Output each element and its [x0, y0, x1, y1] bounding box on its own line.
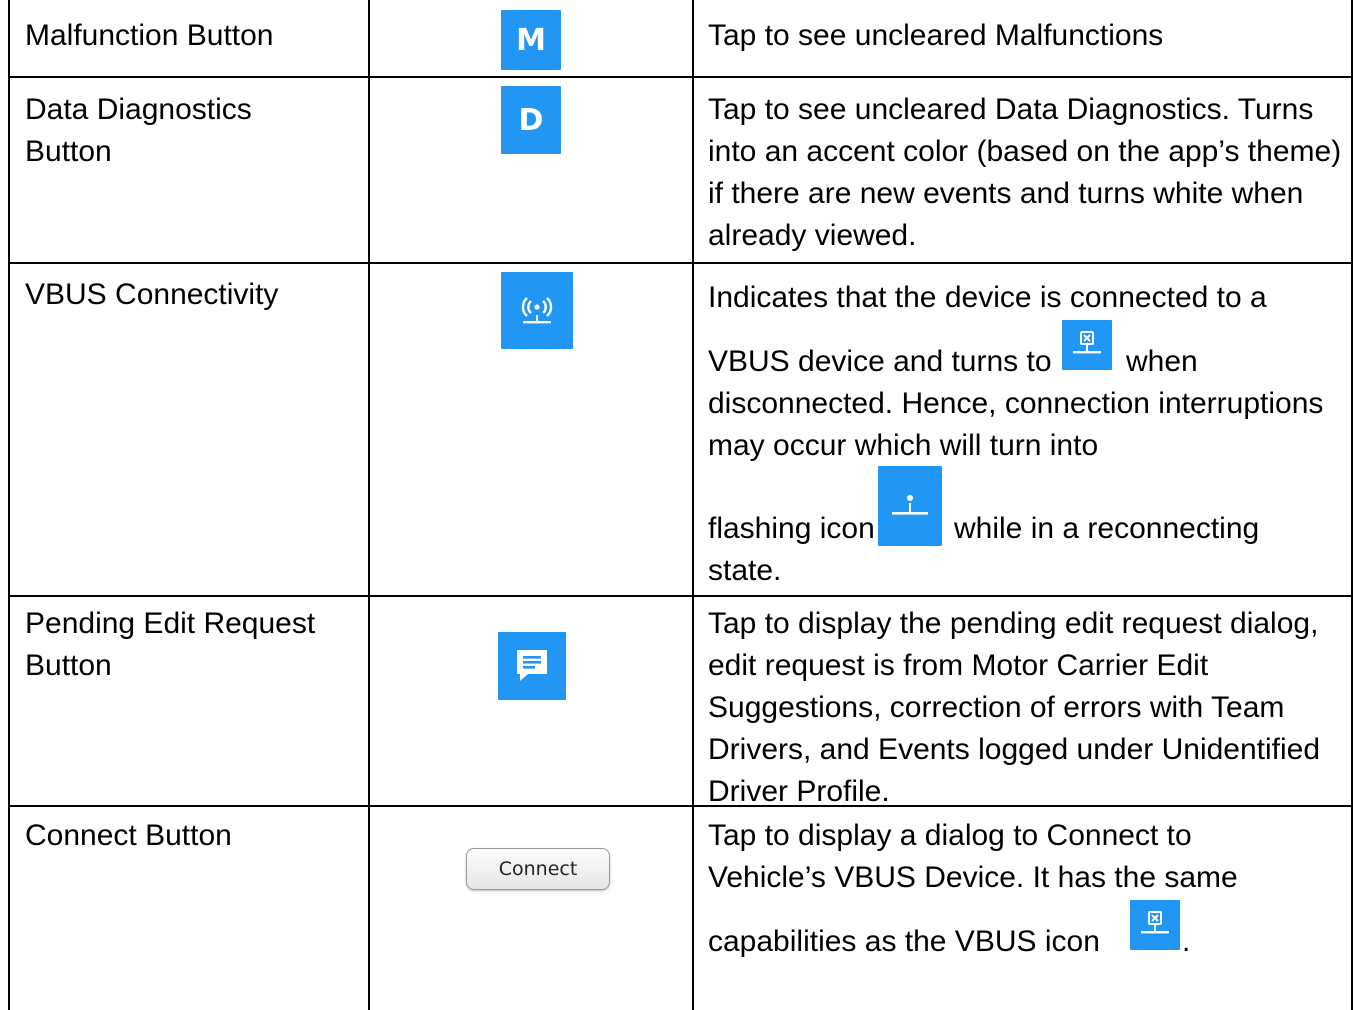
- vbus-desc-part3-a: while in a reconnecting: [954, 512, 1260, 545]
- message-edit-glyph: [517, 650, 547, 681]
- row-label-pending-edit-request: Pending Edit Request Button: [25, 607, 316, 682]
- connect-button[interactable]: Connect: [466, 848, 610, 890]
- vbus-desc-line5b: while in a reconnecting: [954, 508, 1344, 550]
- table-border-left: [8, 0, 10, 1010]
- row-description-pending-edit-request: Tap to display the pending edit request …: [708, 607, 1321, 808]
- data-diagnostics-d-icon[interactable]: D: [501, 86, 561, 154]
- pending-edit-request-icon[interactable]: [498, 632, 566, 700]
- row-description-connect: Tap to display a dialog to Connect to Ve…: [708, 815, 1268, 899]
- row-label-connect: Connect Button: [25, 819, 232, 852]
- row-label-malfunction: Malfunction Button: [25, 19, 274, 52]
- row-description-vbus-connectivity: Indicates that the device is connected t…: [708, 277, 1344, 319]
- vbus-disconnected-icon: [1062, 320, 1112, 370]
- features-table: Malfunction Button M Tap to see uncleare…: [8, 0, 1353, 1010]
- connect-desc-line3: capabilities as the VBUS icon: [708, 921, 1188, 963]
- vbus-desc-flashing: flashing icon: [708, 512, 875, 545]
- vbus-desc-part1-a: Indicates that the device is connected t…: [708, 281, 1267, 314]
- column-divider-1: [368, 0, 370, 1010]
- row-description-data-diagnostics: Tap to see uncleared Data Diagnostics. T…: [708, 93, 1342, 252]
- vbus-disconnected-glyph: [1073, 331, 1101, 354]
- column-divider-2: [692, 0, 694, 1010]
- vbus-connected-glyph: [521, 296, 553, 323]
- vbus-connected-icon[interactable]: [501, 272, 573, 349]
- vbus-disconnected-glyph: [1141, 911, 1169, 934]
- connect-desc-period: .: [1182, 925, 1191, 958]
- vbus-desc-part1-b: VBUS device and turns to: [708, 345, 1052, 378]
- vbus-desc-part2: disconnected. Hence, connection interrup…: [708, 387, 1324, 462]
- vbus-desc-lines3-4: disconnected. Hence, connection interrup…: [708, 383, 1348, 467]
- vbus-desc-part3-b: state.: [708, 554, 782, 587]
- vbus-desc-when: when: [1126, 345, 1198, 378]
- row-divider: [8, 595, 1353, 597]
- row-description-malfunction: Tap to see uncleared Malfunctions: [708, 19, 1164, 52]
- connect-desc-part1: Tap to display a dialog to Connect to Ve…: [708, 819, 1238, 894]
- vbus-reconnecting-glyph: [892, 495, 928, 515]
- table-border-right: [1351, 0, 1353, 1010]
- row-divider: [8, 262, 1353, 264]
- malfunction-m-icon[interactable]: M: [501, 10, 561, 70]
- row-label-vbus-connectivity: VBUS Connectivity: [25, 278, 279, 311]
- row-label-data-diagnostics: Data Diagnostics Button: [25, 93, 252, 168]
- connect-desc-part1-end: capabilities as the VBUS icon: [708, 925, 1100, 958]
- vbus-reconnecting-icon: [878, 466, 942, 546]
- vbus-desc-line6: state.: [708, 550, 1008, 592]
- vbus-disconnected-icon: [1130, 900, 1180, 950]
- row-divider: [8, 76, 1353, 78]
- vbus-desc-line2b: when: [1126, 341, 1346, 383]
